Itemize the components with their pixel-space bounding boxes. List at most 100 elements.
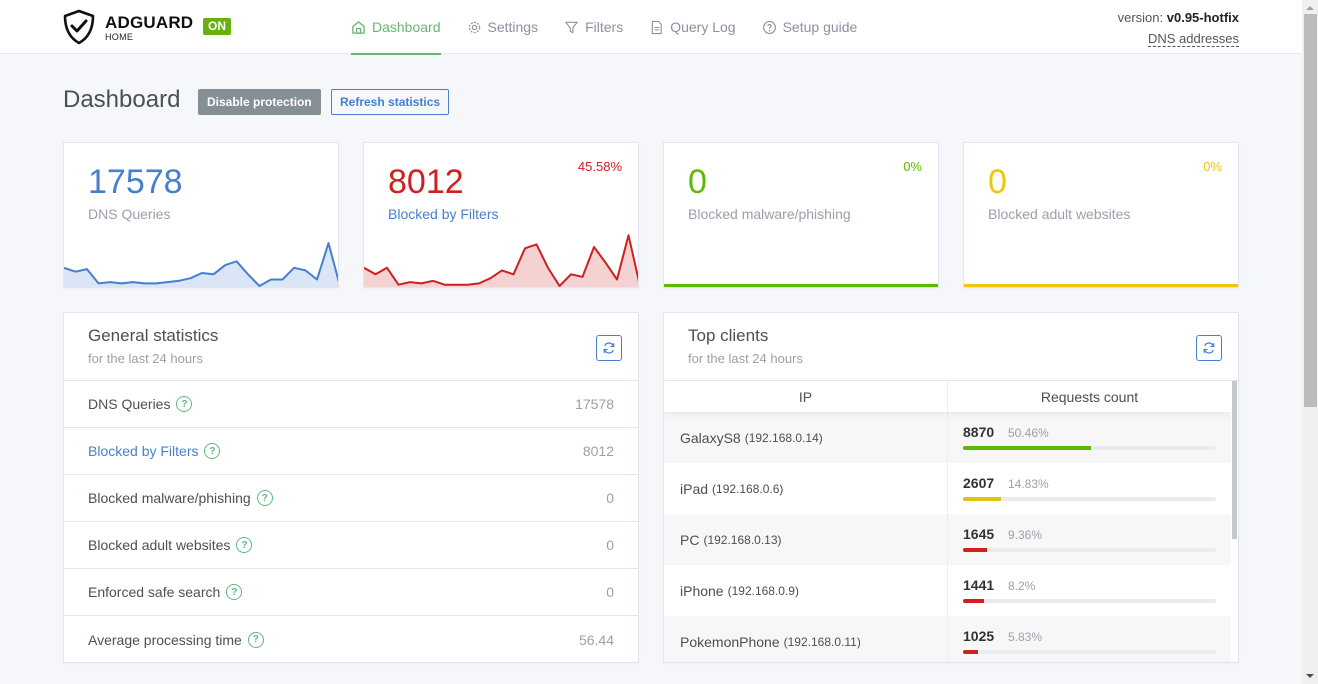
client-name: PC [680,531,700,548]
stat-baseline [964,284,1238,287]
request-percent: 14.83% [1008,477,1049,491]
stat-row-label: DNS Queries [88,396,171,412]
stat-row: Blocked by Filters? 8012 [64,428,638,475]
requests-cell: 1025 5.83% [948,616,1231,662]
help-icon[interactable]: ? [226,584,243,600]
help-icon[interactable]: ? [236,537,253,553]
nav-setup-guide[interactable]: Setup guide [762,0,857,54]
help-icon[interactable]: ? [176,396,193,412]
table-row: PC (192.168.0.13) 1645 9.36% [664,514,1231,565]
request-progress-bar [963,599,1216,603]
table-row: iPad (192.168.0.6) 2607 14.83% [664,463,1231,514]
column-header-requests[interactable]: Requests count [948,381,1231,412]
request-progress-fill [963,446,1091,450]
stat-value: 0 [688,163,707,201]
stat-row: DNS Queries? 17578 [64,381,638,428]
help-icon[interactable]: ? [247,631,264,648]
stat-row-value: 0 [606,537,614,553]
client-ip: (192.168.0.6) [712,481,784,496]
client-name: iPhone [680,582,724,599]
top-clients-panel: Top clients for the last 24 hours IP Req… [663,312,1239,663]
requests-cell: 8870 50.46% [948,412,1231,463]
stat-value: 17578 [88,163,183,201]
requests-cell: 2607 14.83% [948,463,1231,514]
refresh-general-stats-button[interactable] [596,335,622,361]
client-name: PokemonPhone [680,633,780,650]
client-cell: iPhone (192.168.0.9) [664,565,948,616]
page-scroll-thumb[interactable] [1304,14,1317,407]
request-progress-fill [963,599,984,603]
panel-subtitle: for the last 24 hours [688,351,803,366]
stat-label: Blocked malware/phishing [688,206,851,222]
sparkline-area [364,235,638,287]
version-value: v0.95-hotfix [1166,10,1239,25]
stat-percent: 0% [903,159,922,174]
adguard-logo[interactable]: ADGUARD HOME [62,9,193,45]
nav-settings-label: Settings [487,19,539,35]
table-scrollbar[interactable] [1231,381,1238,662]
sparkline-area [64,243,338,287]
scroll-up-arrow-icon[interactable] [1306,6,1314,10]
request-progress-fill [963,548,987,552]
request-progress-bar [963,446,1216,450]
client-ip: (192.168.0.11) [783,634,861,649]
stat-row: Average processing time? 56.44 [64,616,638,662]
column-header-ip[interactable]: IP [664,381,948,412]
nav-settings[interactable]: Settings [467,0,539,54]
stat-label: DNS Queries [88,206,171,222]
client-cell: PC (192.168.0.13) [664,514,948,565]
table-scroll-thumb[interactable] [1232,381,1237,539]
table-row: GalaxyS8 (192.168.0.14) 8870 50.46% [664,412,1231,463]
stat-card-dns-queries: 17578 DNS Queries [63,142,339,288]
stat-row-value: 8012 [582,443,614,459]
nav-query-log-label: Query Log [670,19,736,35]
request-percent: 50.46% [1008,426,1049,440]
client-name: iPad [680,480,709,497]
top-clients-table: IP Requests count GalaxyS8 (192.168.0.14)… [664,381,1231,662]
request-progress-bar [963,548,1216,552]
client-cell: PokemonPhone (192.168.0.11) [664,616,948,662]
main-nav: Dashboard Settings Filters Query Log Set… [351,0,883,55]
refresh-icon [1203,342,1215,354]
help-icon[interactable]: ? [204,443,221,459]
panel-subtitle: for the last 24 hours [88,351,203,366]
request-progress-fill [963,650,978,654]
page-scrollbar[interactable] [1302,0,1318,684]
stat-row-label: Average processing time [88,631,242,648]
scroll-down-arrow-icon[interactable] [1306,674,1314,678]
refresh-icon [603,342,615,354]
blocked-filters-sparkline [364,234,638,287]
refresh-statistics-button[interactable]: Refresh statistics [331,89,450,115]
client-cell: iPad (192.168.0.6) [664,463,948,514]
nav-filters[interactable]: Filters [564,0,623,54]
stat-label: Blocked adult websites [988,206,1131,222]
request-percent: 5.83% [1008,630,1043,644]
brand-sub: HOME [105,32,134,42]
help-icon[interactable]: ? [256,490,273,506]
stat-row-value: 0 [606,490,614,506]
top-header: ADGUARD HOME ON Dashboard Settings Filte… [0,0,1302,55]
requests-cell: 1441 8.2% [948,565,1231,616]
gear-icon [468,21,480,33]
stat-percent: 45.58% [577,159,622,174]
page-title: Dashboard [63,86,181,113]
dns-addresses-link[interactable]: DNS addresses [1147,31,1239,47]
request-progress-bar [963,650,1216,654]
request-percent: 8.2% [1008,579,1036,593]
nav-query-log[interactable]: Query Log [649,0,736,54]
stat-label-link[interactable]: Blocked by Filters [388,206,498,222]
client-name: GalaxyS8 [680,429,741,446]
panel-title: Top clients [688,326,769,345]
client-cell: GalaxyS8 (192.168.0.14) [664,412,948,463]
stat-row-label: Blocked adult websites [88,537,231,553]
refresh-top-clients-button[interactable] [1196,335,1222,361]
stat-row-label[interactable]: Blocked by Filters [88,443,198,459]
stat-row: Enforced safe search? 0 [64,569,638,616]
table-row: PokemonPhone (192.168.0.11) 1025 5.83% [664,616,1231,662]
nav-dashboard[interactable]: Dashboard [351,0,441,55]
stat-row-label: Enforced safe search [88,584,221,600]
disable-protection-button[interactable]: Disable protection [198,89,321,115]
stat-card-blocked-adult: 0 Blocked adult websites 0% [963,142,1239,288]
panel-title: General statistics [88,326,219,345]
stat-baseline [664,284,938,287]
